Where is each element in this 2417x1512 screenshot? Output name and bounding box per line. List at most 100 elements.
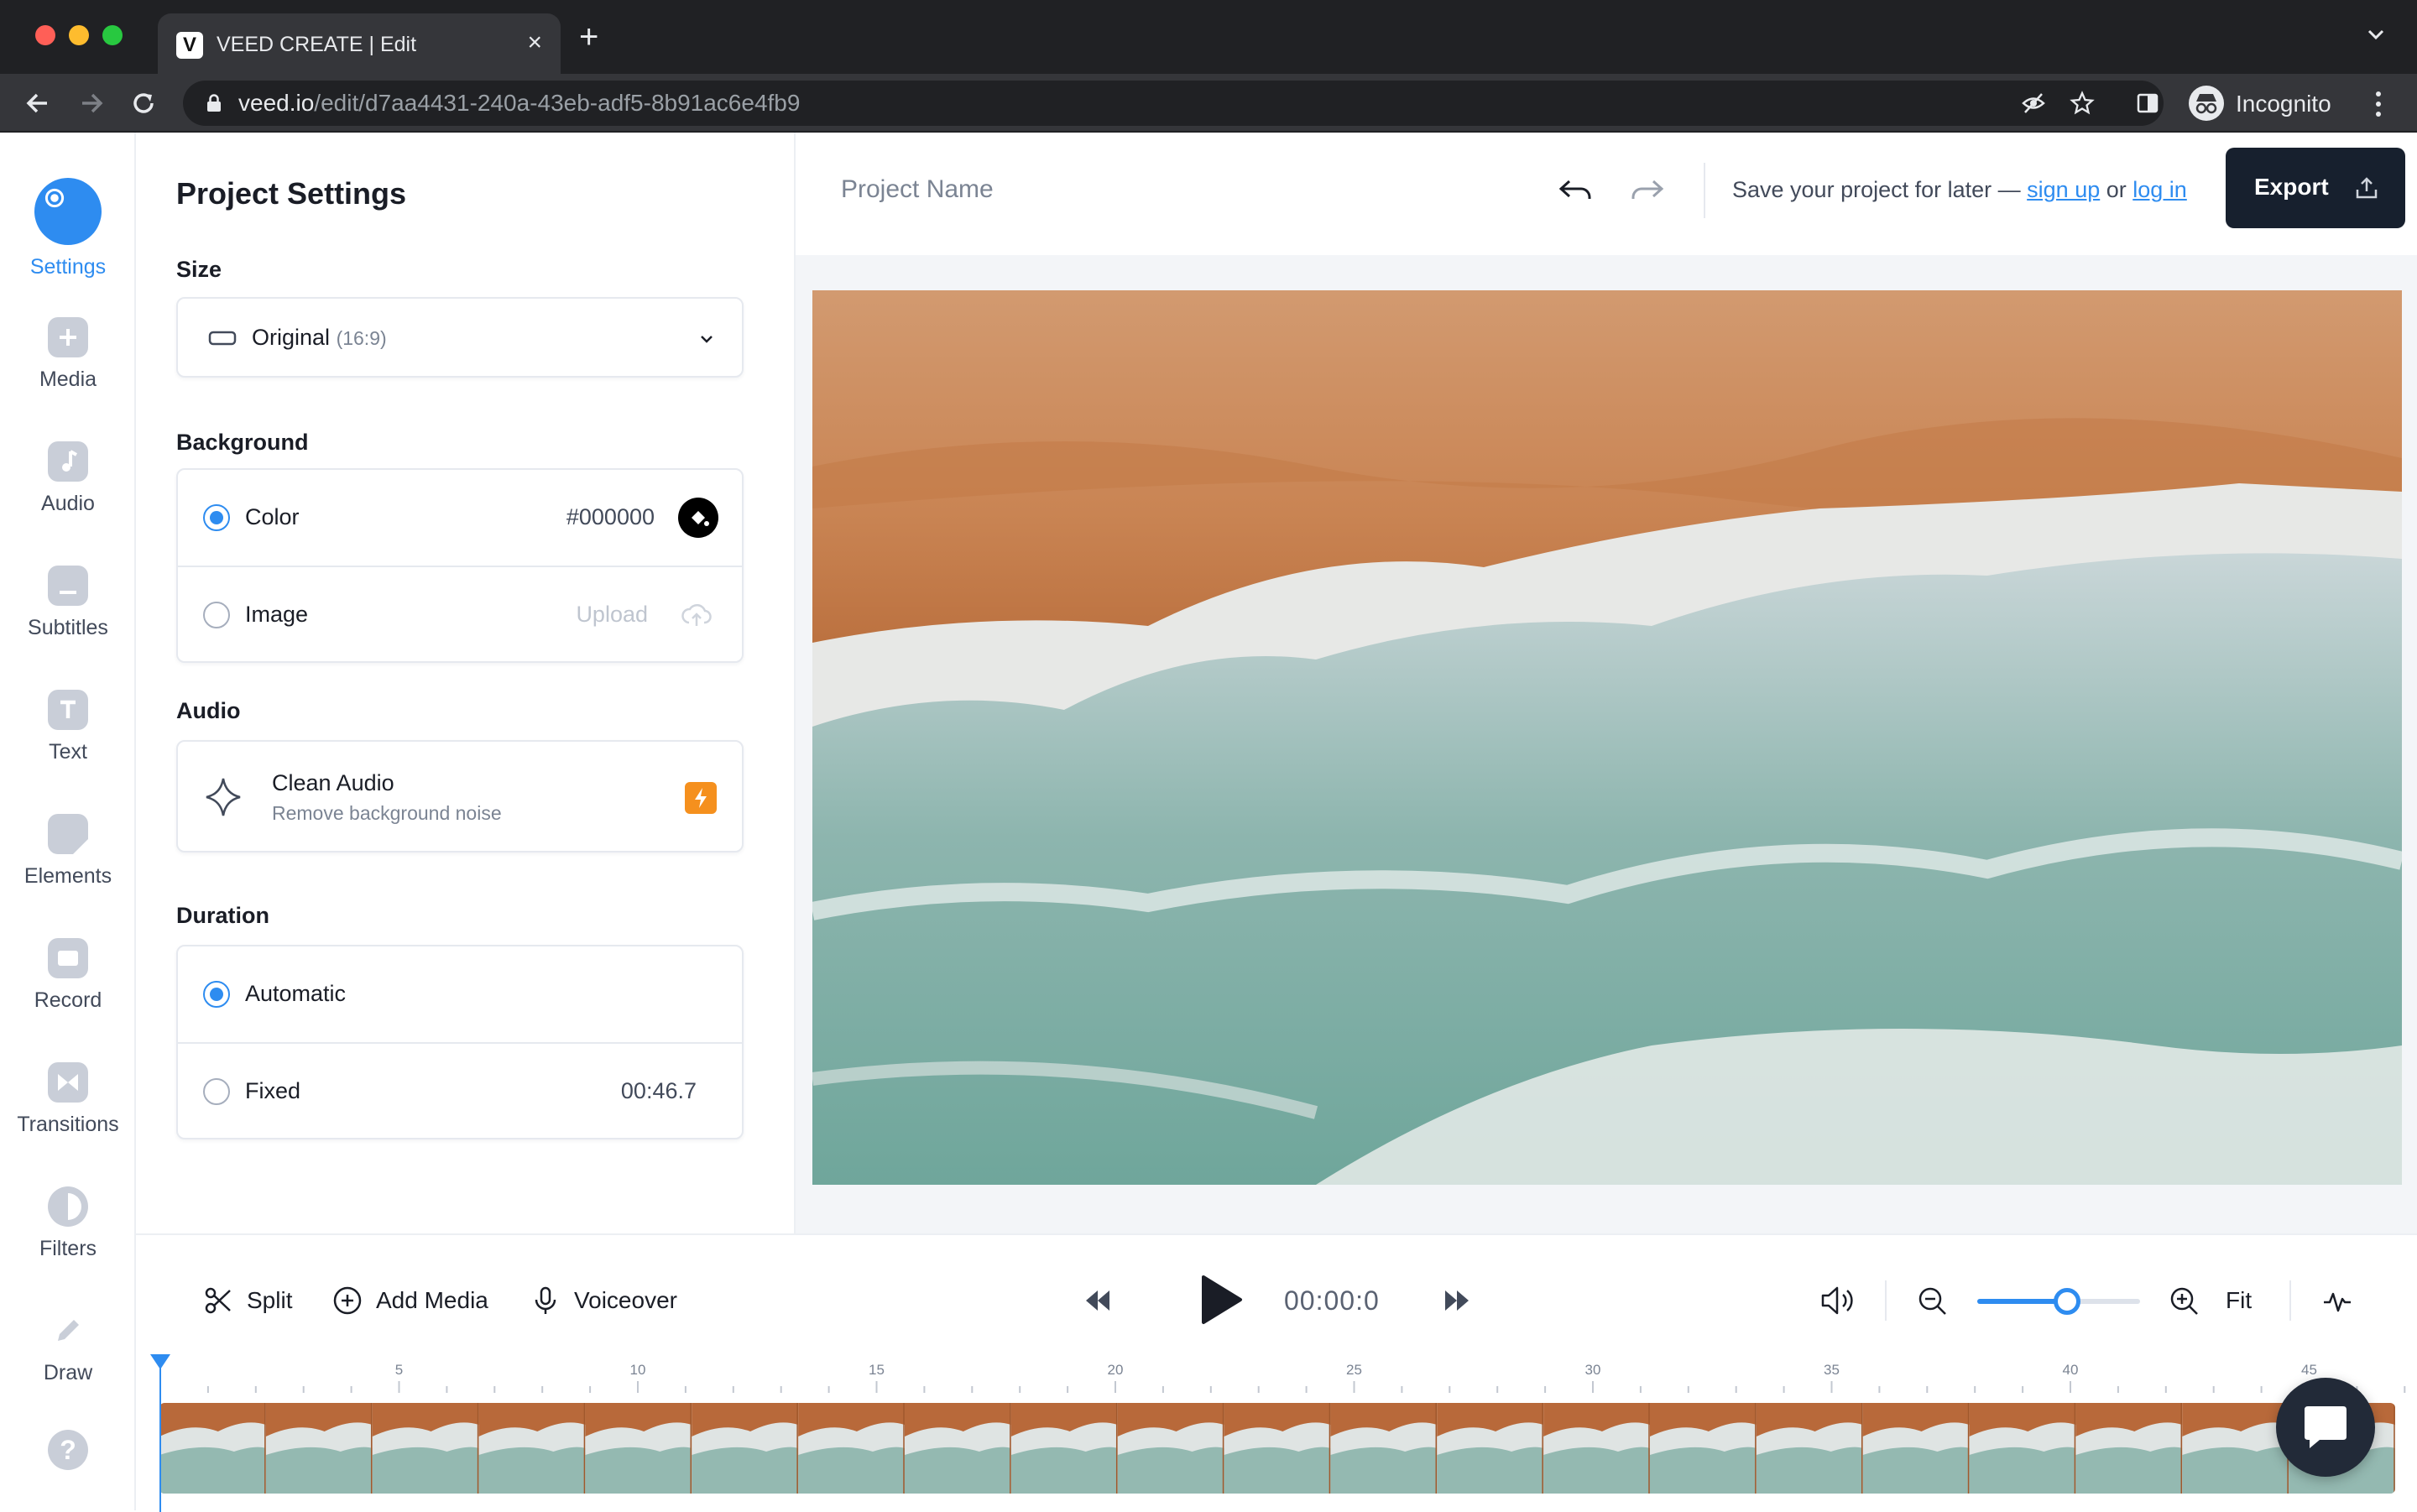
fit-button[interactable]: Fit bbox=[2226, 1285, 2252, 1316]
volume-icon[interactable] bbox=[1818, 1284, 1858, 1317]
beach-aerial-video-frame bbox=[812, 290, 2402, 1185]
sidebar-item-audio[interactable]: Audio bbox=[0, 433, 136, 542]
export-label: Export bbox=[2254, 174, 2329, 200]
redo-icon[interactable] bbox=[1626, 173, 1667, 206]
timeline-ruler[interactable]: 5 10 15 20 25 30 35 40 45 bbox=[136, 1354, 2417, 1396]
close-tab-icon[interactable]: × bbox=[527, 29, 542, 57]
clip-thumbnail bbox=[1010, 1403, 1118, 1494]
background-color-hex: #000000 bbox=[566, 504, 655, 529]
sidebar-item-elements[interactable]: Elements bbox=[0, 806, 136, 915]
zoom-in-icon[interactable] bbox=[2169, 1285, 2200, 1317]
new-tab-icon[interactable]: + bbox=[579, 20, 598, 54]
chat-support-button[interactable] bbox=[2276, 1378, 2375, 1477]
playhead[interactable] bbox=[159, 1354, 161, 1512]
clean-audio-card[interactable]: Clean Audio Remove background noise bbox=[176, 740, 744, 852]
sidebar-item-draw[interactable]: Draw bbox=[0, 1302, 136, 1411]
sidebar-item-text[interactable]: Text bbox=[0, 681, 136, 790]
chat-icon bbox=[2305, 1406, 2347, 1448]
paint-bucket-icon[interactable] bbox=[678, 498, 718, 538]
duration-section-label: Duration bbox=[176, 903, 269, 928]
duration-automatic-radio[interactable] bbox=[203, 981, 230, 1008]
zoom-slider-handle[interactable] bbox=[2053, 1288, 2080, 1315]
sidebar-item-settings[interactable]: Settings bbox=[0, 133, 136, 279]
video-track-clip[interactable] bbox=[159, 1403, 2395, 1494]
project-name-input[interactable]: Project Name bbox=[841, 175, 994, 205]
maximize-window-button[interactable] bbox=[102, 25, 123, 45]
ruler-tick-label: 35 bbox=[1824, 1362, 1840, 1378]
reload-icon[interactable] bbox=[128, 87, 159, 119]
cloud-upload-icon[interactable] bbox=[681, 601, 712, 629]
ruler-ticks: 5 10 15 20 25 30 35 40 45 bbox=[159, 1362, 2406, 1393]
background-image-option[interactable]: Image Upload bbox=[178, 566, 742, 661]
zoom-slider[interactable] bbox=[1977, 1288, 2140, 1315]
help-icon[interactable]: ? bbox=[48, 1430, 88, 1470]
duration-fixed-radio[interactable] bbox=[203, 1078, 230, 1105]
timeline-area: Split Add Media Voiceover 00:00:0 Fit 5 … bbox=[136, 1233, 2417, 1512]
back-arrow-icon[interactable] bbox=[22, 87, 54, 119]
playhead-handle-icon[interactable] bbox=[149, 1353, 172, 1371]
zoom-out-icon[interactable] bbox=[1917, 1285, 1949, 1317]
background-section-label: Background bbox=[176, 430, 309, 455]
size-select[interactable]: Original (16:9) bbox=[176, 297, 744, 378]
sidebar-item-label: Draw bbox=[43, 1361, 93, 1384]
lock-icon[interactable] bbox=[203, 92, 225, 114]
background-image-label: Image bbox=[245, 602, 309, 627]
play-icon[interactable] bbox=[1197, 1274, 1244, 1326]
minimize-window-button[interactable] bbox=[69, 25, 89, 45]
text-icon bbox=[48, 690, 88, 730]
duration-fixed-value[interactable]: 00:46.7 bbox=[621, 1076, 697, 1106]
address-bar[interactable]: veed.io/edit/d7aa4431-240a-43eb-adf5-8b9… bbox=[183, 81, 2164, 126]
video-preview[interactable] bbox=[812, 290, 2402, 1185]
fast-forward-icon[interactable] bbox=[1442, 1287, 1472, 1314]
scissors-icon bbox=[205, 1287, 231, 1314]
transitions-icon bbox=[48, 1062, 88, 1103]
clip-thumbnail bbox=[1224, 1403, 1331, 1494]
sign-up-link[interactable]: sign up bbox=[2027, 177, 2100, 202]
undo-icon[interactable] bbox=[1556, 173, 1596, 206]
side-panel-icon[interactable] bbox=[2135, 91, 2160, 116]
timecode-display: 00:00:0 bbox=[1284, 1285, 1380, 1316]
pencil-icon bbox=[48, 1311, 88, 1351]
sidebar-item-label: Record bbox=[34, 988, 102, 1012]
ruler-tick-label: 45 bbox=[2301, 1362, 2317, 1378]
size-select-value: Original (16:9) bbox=[252, 322, 387, 353]
clip-thumbnail bbox=[1117, 1403, 1224, 1494]
microphone-icon bbox=[535, 1286, 556, 1314]
background-color-option[interactable]: Color #000000 bbox=[178, 470, 742, 566]
bookmark-star-icon[interactable] bbox=[2070, 91, 2095, 116]
sidebar-item-media[interactable]: Media bbox=[0, 309, 136, 418]
background-color-radio[interactable] bbox=[203, 504, 230, 531]
waveform-icon[interactable] bbox=[2321, 1285, 2353, 1317]
url-text: veed.io/edit/d7aa4431-240a-43eb-adf5-8b9… bbox=[238, 89, 800, 117]
close-window-button[interactable] bbox=[35, 25, 55, 45]
sidebar-item-transitions[interactable]: Transitions bbox=[0, 1054, 136, 1163]
log-in-link[interactable]: log in bbox=[2132, 177, 2187, 202]
size-section-label: Size bbox=[176, 257, 222, 282]
plus-circle-icon bbox=[333, 1286, 362, 1315]
plus-icon bbox=[48, 317, 88, 357]
clip-thumbnail bbox=[585, 1403, 692, 1494]
voiceover-label: Voiceover bbox=[574, 1287, 677, 1313]
sidebar-item-subtitles[interactable]: Subtitles bbox=[0, 557, 136, 666]
background-image-radio[interactable] bbox=[203, 602, 230, 628]
eye-slash-icon[interactable] bbox=[2021, 91, 2046, 116]
clip-thumbnail bbox=[2182, 1403, 2289, 1494]
rewind-icon[interactable] bbox=[1083, 1287, 1113, 1314]
browser-tab[interactable]: V VEED CREATE | Edit × bbox=[158, 13, 561, 74]
clip-thumbnail bbox=[1437, 1403, 1544, 1494]
upload-label[interactable]: Upload bbox=[576, 599, 648, 629]
filters-icon bbox=[48, 1186, 88, 1227]
record-icon bbox=[48, 938, 88, 978]
browser-toolbar: veed.io/edit/d7aa4431-240a-43eb-adf5-8b9… bbox=[0, 74, 2417, 133]
tool-sidebar: Settings Media Audio Subtitles Text Elem… bbox=[0, 133, 136, 1510]
duration-fixed-label: Fixed bbox=[245, 1078, 301, 1103]
sidebar-item-record[interactable]: Record bbox=[0, 930, 136, 1039]
tab-search-chevron-icon[interactable] bbox=[2365, 23, 2387, 45]
browser-menu-icon[interactable] bbox=[2372, 89, 2385, 119]
export-button[interactable]: Export bbox=[2226, 148, 2405, 228]
duration-automatic-option[interactable]: Automatic bbox=[178, 946, 742, 1042]
duration-fixed-option[interactable]: Fixed 00:46.7 bbox=[178, 1042, 742, 1138]
clean-audio-subtitle: Remove background noise bbox=[272, 802, 502, 824]
sidebar-item-filters[interactable]: Filters bbox=[0, 1178, 136, 1287]
forward-arrow-icon[interactable] bbox=[76, 87, 107, 119]
